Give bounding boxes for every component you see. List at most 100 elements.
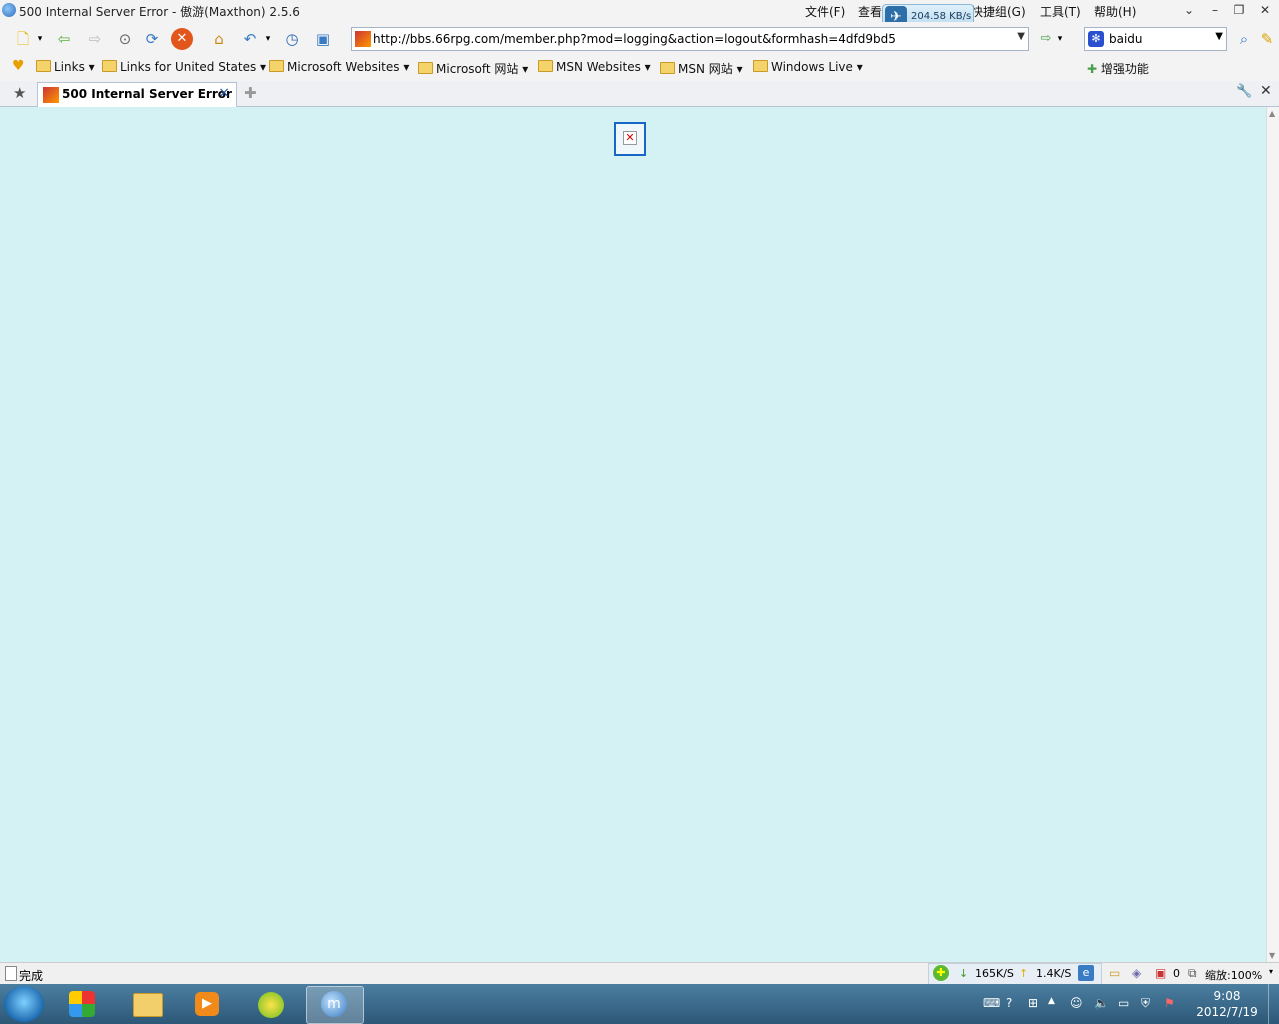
refresh-icon[interactable]: ⟳ bbox=[141, 28, 163, 50]
network-tray-icon[interactable]: ▭ bbox=[1118, 996, 1129, 1010]
undo-close-icon[interactable]: ↶ bbox=[239, 28, 261, 50]
home-icon[interactable]: ⌂ bbox=[208, 28, 230, 50]
link-folder-links[interactable]: Links ▾ bbox=[36, 60, 95, 74]
tray-expand-icon[interactable]: ▲ bbox=[1048, 996, 1055, 1006]
clock-time: 9:08 bbox=[1213, 989, 1241, 1003]
windows-live-icon bbox=[69, 991, 95, 1017]
link-folder-windows-live[interactable]: Windows Live ▾ bbox=[753, 60, 863, 74]
start-button[interactable] bbox=[4, 986, 44, 1022]
help-tray-icon[interactable]: ? bbox=[1006, 996, 1012, 1010]
zoom-dropdown-icon[interactable]: ▾ bbox=[1269, 967, 1273, 976]
menu-groups[interactable]: 快捷组(G) bbox=[971, 3, 1026, 20]
link-folder-microsoft-cn[interactable]: Microsoft 网站 ▾ bbox=[418, 60, 528, 77]
network-globe-icon: ✚ bbox=[933, 965, 949, 981]
address-url[interactable]: http://bbs.66rpg.com/member.php?mod=logg… bbox=[373, 32, 896, 46]
link-folder-links-us[interactable]: Links for United States ▾ bbox=[102, 60, 266, 74]
address-dropdown-icon[interactable]: ▼ bbox=[1017, 31, 1025, 42]
keyboard-icon[interactable]: ⌨ bbox=[983, 996, 1000, 1010]
back-icon[interactable]: ⇦ bbox=[53, 28, 75, 50]
taskbar-app-maxthon[interactable]: m bbox=[306, 986, 364, 1024]
undo-dropdown-icon[interactable]: ▾ bbox=[262, 28, 274, 50]
folder-icon bbox=[753, 60, 768, 72]
link-label: Links bbox=[54, 60, 85, 74]
restore-button[interactable]: ❐ bbox=[1228, 1, 1250, 19]
tab-close-icon[interactable]: × bbox=[218, 85, 230, 101]
search-engine-label: baidu bbox=[1109, 32, 1143, 46]
taskbar-app-windows-live[interactable] bbox=[57, 986, 109, 1022]
zoom-icon[interactable]: ⧉ bbox=[1188, 966, 1197, 981]
window-title: 500 Internal Server Error - 傲游(Maxthon) … bbox=[19, 5, 300, 19]
taskbar-app-green[interactable] bbox=[245, 986, 297, 1022]
network-monitor[interactable]: ✚ ↓ 165K/S ↑ 1.4K/S e bbox=[928, 963, 1102, 985]
favorites-heart-icon[interactable]: ♥ bbox=[12, 58, 25, 74]
folder-icon bbox=[102, 60, 117, 72]
link-label: MSN 网站 bbox=[678, 62, 733, 76]
search-dropdown-icon[interactable]: ▼ bbox=[1215, 31, 1223, 42]
folder-status-icon[interactable]: ▭ bbox=[1109, 966, 1120, 980]
site-favicon bbox=[355, 31, 371, 47]
stop-icon[interactable]: ✕ bbox=[171, 28, 193, 50]
link-folder-msn-cn[interactable]: MSN 网站 ▾ bbox=[660, 60, 743, 77]
popup-blocker-icon[interactable]: ▣ bbox=[1155, 966, 1166, 980]
upload-arrow-icon: ↑ bbox=[1019, 967, 1029, 980]
link-label: Microsoft Websites bbox=[287, 60, 400, 74]
window-icon[interactable]: ▣ bbox=[312, 28, 334, 50]
clock-icon[interactable]: ◷ bbox=[281, 28, 303, 50]
link-label: Microsoft 网站 bbox=[436, 62, 519, 76]
star-icon[interactable]: ★ bbox=[13, 84, 26, 102]
menu-tools[interactable]: 工具(T) bbox=[1040, 3, 1081, 20]
taskbar-app-media-player[interactable]: ▶ bbox=[182, 986, 234, 1022]
address-bar[interactable]: http://bbs.66rpg.com/member.php?mod=logg… bbox=[351, 27, 1029, 51]
vertical-scrollbar[interactable]: ▲ ▼ bbox=[1266, 107, 1279, 962]
new-tab-plus-icon[interactable]: ✚ bbox=[244, 84, 257, 102]
minimize-button[interactable]: – bbox=[1204, 1, 1226, 19]
volume-icon[interactable]: 🔈 bbox=[1094, 996, 1109, 1010]
link-label: Links for United States bbox=[120, 60, 257, 74]
close-tab-bar-icon[interactable]: ✕ bbox=[1260, 83, 1272, 99]
download-speed-value: 204.58 KB/s bbox=[911, 11, 972, 22]
tab-favicon bbox=[43, 87, 59, 103]
download-rate: 165K/S bbox=[975, 967, 1014, 980]
zoom-level[interactable]: 缩放:100% bbox=[1205, 967, 1262, 983]
addons-button[interactable]: ✚ 增强功能 bbox=[1087, 60, 1149, 77]
security-tray-icon[interactable]: ⛨ bbox=[1141, 996, 1150, 1011]
folder-icon bbox=[538, 60, 553, 72]
go-dropdown-icon[interactable]: ▾ bbox=[1054, 28, 1066, 50]
qq-icon[interactable]: ☺ bbox=[1070, 996, 1083, 1010]
layers-icon[interactable]: ◈ bbox=[1132, 966, 1141, 980]
link-folder-msn-websites[interactable]: MSN Websites ▾ bbox=[538, 60, 651, 74]
menu-file[interactable]: 文件(F) bbox=[805, 3, 845, 20]
scroll-down-icon[interactable]: ▼ bbox=[1269, 951, 1275, 960]
maxthon-app-icon[interactable] bbox=[2, 3, 16, 17]
link-folder-microsoft-websites[interactable]: Microsoft Websites ▾ bbox=[269, 60, 409, 74]
system-clock[interactable]: 9:08 2012/7/19 bbox=[1196, 988, 1258, 1020]
tab-active[interactable]: 500 Internal Server Error × bbox=[37, 82, 237, 107]
menu-collapse-icon[interactable]: ⌄ bbox=[1178, 1, 1200, 19]
upload-rate: 1.4K/S bbox=[1036, 967, 1072, 980]
language-icon[interactable]: ⊞ bbox=[1028, 996, 1038, 1010]
search-box[interactable]: ✻ baidu ▼ bbox=[1084, 27, 1227, 51]
baidu-paw-icon[interactable]: ✻ bbox=[1088, 31, 1104, 47]
history-dropdown-icon[interactable]: ⊙ bbox=[114, 28, 136, 50]
folder-icon bbox=[269, 60, 284, 72]
menu-view[interactable]: 查看 bbox=[858, 3, 882, 20]
menu-help[interactable]: 帮助(H) bbox=[1094, 3, 1136, 20]
broken-image-icon: ✕ bbox=[623, 131, 637, 145]
highlight-icon[interactable]: ✎ bbox=[1256, 28, 1278, 50]
forward-icon[interactable]: ⇨ bbox=[84, 28, 106, 50]
action-center-icon[interactable]: ⚑ bbox=[1164, 996, 1175, 1010]
taskbar-app-explorer[interactable] bbox=[121, 986, 173, 1022]
ie-icon[interactable]: e bbox=[1078, 965, 1094, 981]
broken-image: ✕ bbox=[614, 122, 646, 156]
title-bar: 500 Internal Server Error - 傲游(Maxthon) … bbox=[0, 0, 1279, 22]
search-icon[interactable]: ⌕ bbox=[1233, 28, 1255, 50]
new-tab-dropdown-icon[interactable]: ▾ bbox=[34, 28, 46, 50]
page-content: ✕ bbox=[0, 107, 1266, 962]
popup-count: 0 bbox=[1173, 967, 1180, 980]
wrench-icon[interactable]: 🔧 bbox=[1236, 84, 1252, 99]
new-tab-icon[interactable]: 🗋 bbox=[12, 28, 34, 50]
close-window-button[interactable]: ✕ bbox=[1254, 1, 1276, 19]
link-label: MSN Websites bbox=[556, 60, 641, 74]
show-desktop-button[interactable] bbox=[1268, 984, 1279, 1024]
scroll-up-icon[interactable]: ▲ bbox=[1269, 109, 1275, 118]
